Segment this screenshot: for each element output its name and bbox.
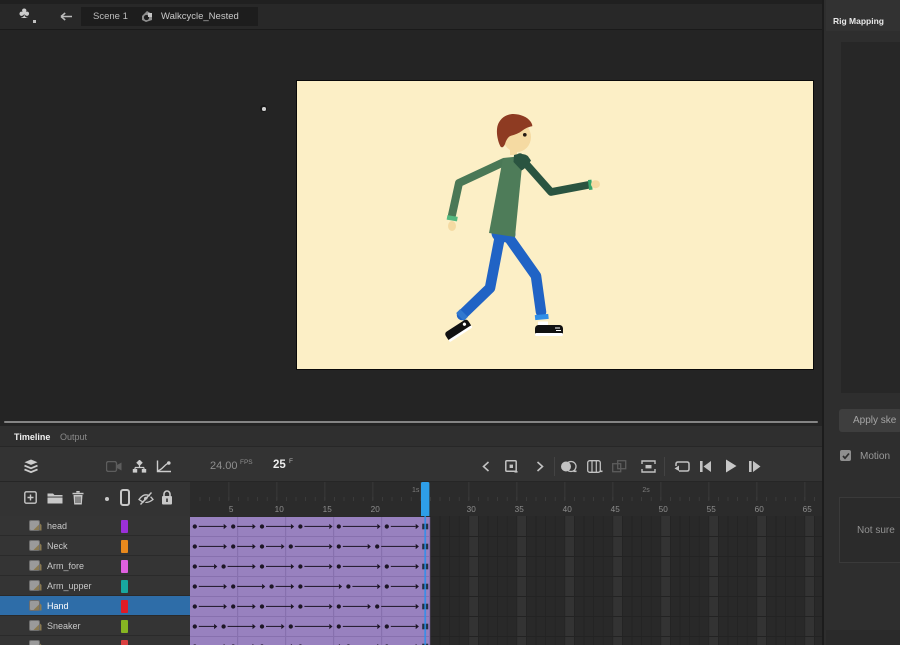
svg-text:40: 40 [563, 505, 573, 514]
svg-text:55: 55 [707, 505, 717, 514]
svg-text:2s: 2s [642, 487, 650, 494]
svg-text:60: 60 [755, 505, 765, 514]
svg-text:20: 20 [371, 505, 381, 514]
svg-text:45: 45 [611, 505, 621, 514]
svg-text:30: 30 [467, 505, 477, 514]
svg-text:65: 65 [803, 505, 813, 514]
svg-text:10: 10 [275, 505, 285, 514]
svg-text:1s: 1s [412, 487, 420, 494]
svg-text:15: 15 [323, 505, 333, 514]
svg-text:5: 5 [229, 505, 234, 514]
svg-text:50: 50 [659, 505, 669, 514]
svg-text:35: 35 [515, 505, 525, 514]
